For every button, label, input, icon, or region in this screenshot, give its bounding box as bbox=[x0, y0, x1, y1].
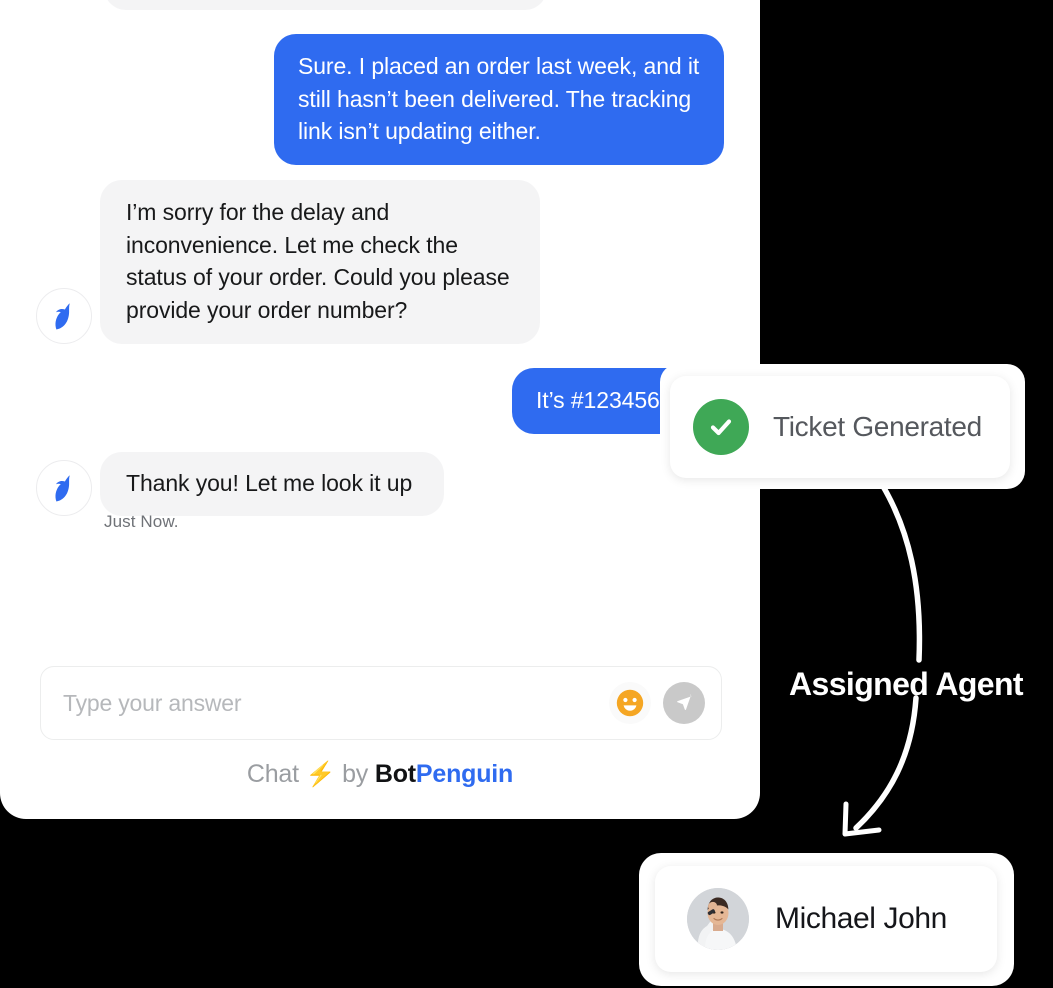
agent-name-label: Michael John bbox=[775, 902, 947, 935]
message-bubble: Thank you! Let me look it up bbox=[100, 452, 444, 516]
chat-message-bot-cropped bbox=[104, 0, 547, 10]
send-paper-plane-icon[interactable] bbox=[663, 682, 705, 724]
message-bubble: Sure. I placed an order last week, and i… bbox=[274, 34, 724, 165]
brand-name-bot: Bot bbox=[374, 760, 416, 788]
botpenguin-penguin-logo-icon bbox=[36, 287, 92, 344]
green-check-circle-icon bbox=[693, 399, 749, 455]
screenshot-stage: Sure. I placed an order last week, and i… bbox=[0, 0, 1053, 988]
lightning-bolt-icon: ⚡ bbox=[305, 761, 336, 788]
message-input[interactable] bbox=[63, 689, 609, 717]
message-list: Sure. I placed an order last week, and i… bbox=[0, 0, 760, 640]
message-composer[interactable] bbox=[40, 666, 722, 740]
agent-photo-avatar bbox=[687, 888, 749, 950]
botpenguin-penguin-logo-icon bbox=[36, 459, 92, 516]
assigned-agent-label: Assigned Agent bbox=[789, 666, 1024, 702]
ticket-generated-card: Ticket Generated bbox=[670, 376, 1010, 478]
message-bubble bbox=[104, 0, 547, 10]
brand-connector: by bbox=[342, 760, 369, 788]
brand-name-penguin[interactable]: Penguin bbox=[416, 760, 513, 788]
brand-footer: Chat ⚡ by BotPenguin bbox=[0, 760, 760, 789]
chat-message-user: Sure. I placed an order last week, and i… bbox=[274, 34, 724, 165]
assigned-agent-card[interactable]: Michael John bbox=[655, 866, 997, 972]
smiley-face-icon[interactable] bbox=[609, 682, 651, 724]
ticket-generated-label: Ticket Generated bbox=[773, 411, 982, 442]
chat-message-bot: I’m sorry for the delay and inconvenienc… bbox=[36, 180, 540, 344]
chat-message-bot: Thank you! Let me look it up bbox=[36, 452, 444, 516]
chat-widget-panel: Sure. I placed an order last week, and i… bbox=[0, 0, 760, 819]
message-bubble: I’m sorry for the delay and inconvenienc… bbox=[100, 180, 540, 344]
brand-prefix: Chat bbox=[246, 760, 299, 788]
message-timestamp: Just Now. bbox=[104, 512, 179, 531]
